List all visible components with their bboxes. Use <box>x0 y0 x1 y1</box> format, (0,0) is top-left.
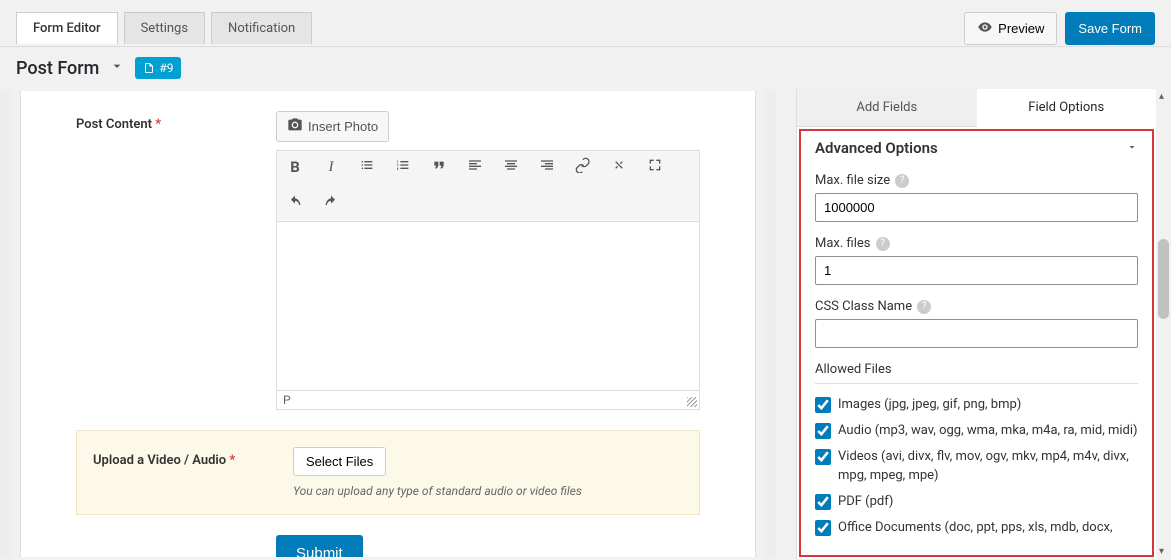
allowed-files-title: Allowed Files <box>815 362 1138 384</box>
tab-field-options[interactable]: Field Options <box>977 89 1157 127</box>
align-right-icon[interactable] <box>537 157 557 177</box>
top-tabs: Form Editor Settings Notification <box>16 12 312 44</box>
required-star: * <box>155 117 161 132</box>
allowed-file-item[interactable]: Audio (mp3, wav, ogg, wma, mka, m4a, ra,… <box>815 422 1138 440</box>
title-row: Post Form #9 <box>0 46 1171 89</box>
form-title: Post Form <box>16 58 99 79</box>
side-scrollbar[interactable]: ▴ ▾ <box>1156 89 1171 559</box>
allowed-file-item[interactable]: Images (jpg, jpeg, gif, png, bmp) <box>815 396 1138 414</box>
top-actions: Preview Save Form <box>964 12 1155 45</box>
redo-icon[interactable] <box>321 195 341 215</box>
italic-icon[interactable]: I <box>321 159 341 176</box>
allowed-file-label: PDF (pdf) <box>838 493 893 511</box>
help-icon[interactable]: ? <box>895 174 909 188</box>
allowed-file-checkbox[interactable] <box>815 449 831 465</box>
tab-notification[interactable]: Notification <box>211 12 312 44</box>
eye-icon <box>977 19 993 38</box>
help-icon[interactable]: ? <box>917 300 931 314</box>
max-files-input[interactable] <box>815 256 1138 285</box>
bold-icon[interactable]: B <box>285 158 305 176</box>
css-class-input[interactable] <box>815 319 1138 348</box>
rich-text-editor[interactable] <box>276 221 700 391</box>
opt-css-class: CSS Class Name ? <box>815 299 1138 348</box>
allowed-file-label: Office Documents (doc, ppt, pps, xls, md… <box>838 519 1113 537</box>
allowed-file-checkbox[interactable] <box>815 494 831 510</box>
camera-icon <box>287 117 303 136</box>
save-form-button[interactable]: Save Form <box>1065 12 1155 45</box>
canvas-scrollbar[interactable] <box>764 89 776 559</box>
upload-hint: You can upload any type of standard audi… <box>293 484 683 498</box>
advanced-options-header[interactable]: Advanced Options <box>815 139 1138 163</box>
chevron-down-icon <box>1126 139 1138 157</box>
field-options-panel: Advanced Options Max. file size ? Max. f… <box>799 129 1154 557</box>
editor-toolbar: B I <box>276 150 700 221</box>
opt-max-files: Max. files ? <box>815 236 1138 285</box>
form-canvas: Post Content * Insert Photo B I <box>20 91 756 557</box>
unlink-icon[interactable] <box>609 157 629 177</box>
allowed-file-checkbox[interactable] <box>815 397 831 413</box>
tab-settings[interactable]: Settings <box>124 12 205 44</box>
field-label: Upload a Video / Audio * <box>93 447 273 498</box>
allowed-file-label: Videos (avi, divx, flv, mov, ogv, mkv, m… <box>838 448 1138 484</box>
tab-add-fields[interactable]: Add Fields <box>797 89 977 127</box>
allowed-file-item[interactable]: PDF (pdf) <box>815 493 1138 511</box>
max-file-size-input[interactable] <box>815 193 1138 222</box>
page-scrollbar-left[interactable] <box>0 89 12 559</box>
select-files-button[interactable]: Select Files <box>293 447 386 476</box>
field-submit: Submit <box>76 535 700 557</box>
chevron-down-icon[interactable] <box>109 58 125 78</box>
preview-button[interactable]: Preview <box>964 12 1057 45</box>
allowed-file-checkbox[interactable] <box>815 520 831 536</box>
undo-icon[interactable] <box>285 195 305 215</box>
preview-label: Preview <box>998 21 1044 36</box>
allowed-file-item[interactable]: Office Documents (doc, ppt, pps, xls, md… <box>815 519 1138 537</box>
list-ol-icon[interactable] <box>393 157 413 177</box>
editor-status-bar: P <box>276 391 700 410</box>
help-icon[interactable]: ? <box>876 237 890 251</box>
tab-form-editor[interactable]: Form Editor <box>16 12 118 44</box>
allowed-file-item[interactable]: Videos (avi, divx, flv, mov, ogv, mkv, m… <box>815 448 1138 484</box>
link-icon[interactable] <box>573 157 593 177</box>
align-center-icon[interactable] <box>501 157 521 177</box>
quote-icon[interactable] <box>429 157 449 177</box>
opt-max-file-size: Max. file size ? <box>815 173 1138 222</box>
align-left-icon[interactable] <box>465 157 485 177</box>
allowed-file-checkbox[interactable] <box>815 423 831 439</box>
field-upload[interactable]: Upload a Video / Audio * Select Files Yo… <box>76 430 700 515</box>
submit-button[interactable]: Submit <box>276 535 363 557</box>
insert-photo-button[interactable]: Insert Photo <box>276 111 389 142</box>
side-panel: Add Fields Field Options Advanced Option… <box>796 89 1156 559</box>
allowed-file-label: Images (jpg, jpeg, gif, png, bmp) <box>838 396 1021 414</box>
allowed-files-list: Images (jpg, jpeg, gif, png, bmp) Audio (… <box>815 396 1138 537</box>
form-id-badge: #9 <box>135 57 181 79</box>
fullscreen-icon[interactable] <box>645 157 665 177</box>
allowed-file-label: Audio (mp3, wav, ogg, wma, mka, m4a, ra,… <box>838 422 1138 440</box>
list-ul-icon[interactable] <box>357 157 377 177</box>
field-label: Post Content * <box>76 111 256 410</box>
required-star: * <box>229 453 235 468</box>
field-post-content: Post Content * Insert Photo B I <box>76 111 700 410</box>
